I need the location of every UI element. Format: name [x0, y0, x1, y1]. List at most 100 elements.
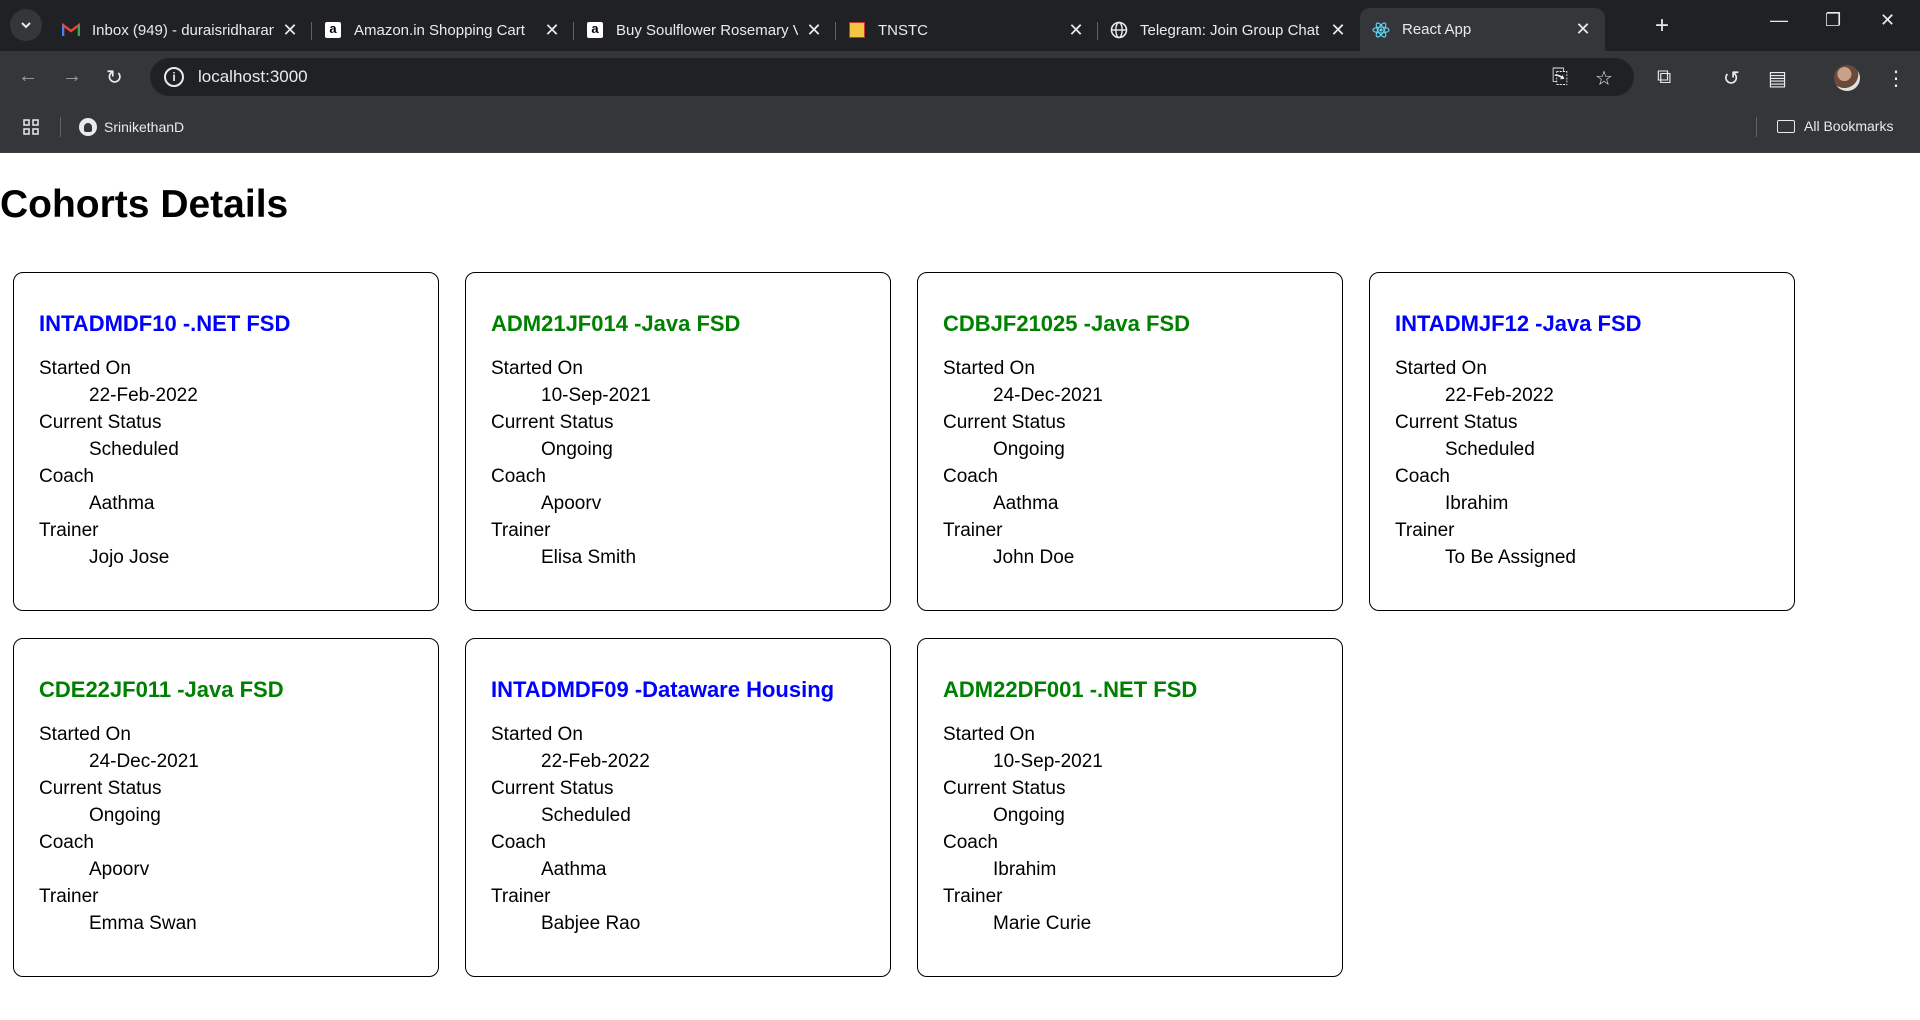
- gmail-icon: [62, 21, 80, 39]
- tabs: Inbox (949) - duraisridharan ✕ a Amazon.…: [50, 8, 1605, 51]
- started-on-label: Started On: [943, 358, 1035, 379]
- coach-value: Apoorv: [541, 493, 602, 514]
- folder-icon: [1777, 119, 1795, 133]
- trainer-label: Trainer: [491, 520, 551, 541]
- browser-toolbar: ← → ↻ i localhost:3000 ⎘ ☆ ⧉ ↺ ▤ ⋮: [0, 51, 1920, 103]
- trainer-value: Emma Swan: [89, 913, 197, 934]
- status-label: Current Status: [943, 778, 1066, 799]
- coach-label: Coach: [39, 466, 94, 487]
- close-icon[interactable]: ✕: [1066, 20, 1086, 41]
- coach-label: Coach: [491, 832, 546, 853]
- close-icon[interactable]: ✕: [280, 20, 300, 41]
- reading-mode-icon[interactable]: ▤: [1768, 66, 1787, 91]
- install-app-icon[interactable]: ⎘: [1552, 66, 1568, 89]
- status-label: Current Status: [1395, 412, 1518, 433]
- tab-react-app[interactable]: React App ✕: [1360, 8, 1605, 51]
- tab-title: Buy Soulflower Rosemary V: [616, 21, 798, 39]
- page-title: Cohorts Details: [0, 183, 289, 226]
- cohort-details: Started On 24-Dec-2021 Current Status On…: [943, 355, 1317, 571]
- started-on-label: Started On: [491, 724, 583, 745]
- cohort-card: INTADMDF10 -.NET FSD Started On 22-Feb-2…: [13, 272, 439, 611]
- tab-title: Amazon.in Shopping Cart: [354, 21, 525, 39]
- started-on-value: 22-Feb-2022: [1445, 385, 1554, 406]
- status-value: Ongoing: [993, 439, 1065, 460]
- tab-soulflower[interactable]: a Buy Soulflower Rosemary V ✕: [574, 12, 836, 48]
- restore-button[interactable]: ❐: [1825, 10, 1841, 31]
- cohort-details: Started On 10-Sep-2021 Current Status On…: [491, 355, 865, 571]
- trainer-label: Trainer: [39, 886, 99, 907]
- apps-grid-icon[interactable]: [22, 118, 40, 136]
- cohort-details: Started On 22-Feb-2022 Current Status Sc…: [1395, 355, 1769, 571]
- started-on-value: 10-Sep-2021: [541, 385, 651, 406]
- bookmark-srinikethand[interactable]: SrinikethanD: [79, 118, 184, 136]
- tab-title: Telegram: Join Group Chat: [1140, 21, 1320, 39]
- tab-tnstc[interactable]: TNSTC ✕: [836, 12, 1098, 48]
- cohort-details: Started On 10-Sep-2021 Current Status On…: [943, 721, 1317, 937]
- cohort-card: INTADMDF09 -Dataware Housing Started On …: [465, 638, 891, 977]
- cohort-details: Started On 22-Feb-2022 Current Status Sc…: [491, 721, 865, 937]
- cohort-card: CDE22JF011 -Java FSD Started On 24-Dec-2…: [13, 638, 439, 977]
- tab-amazon-cart[interactable]: a Amazon.in Shopping Cart ✕: [312, 12, 574, 48]
- close-icon[interactable]: ✕: [542, 20, 562, 41]
- status-value: Ongoing: [541, 439, 613, 460]
- forward-button[interactable]: →: [62, 65, 82, 88]
- coach-value: Aathma: [541, 859, 607, 880]
- new-tab-button[interactable]: +: [1655, 12, 1669, 40]
- status-value: Ongoing: [993, 805, 1065, 826]
- amazon-icon: a: [586, 21, 604, 39]
- close-icon[interactable]: ✕: [1573, 19, 1593, 40]
- arrow-right-icon: →: [62, 65, 82, 87]
- all-bookmarks-label: All Bookmarks: [1804, 118, 1894, 134]
- restore-icon: ❐: [1825, 10, 1842, 30]
- tab-title: React App: [1402, 21, 1472, 38]
- started-on-label: Started On: [943, 724, 1035, 745]
- cohort-card: ADM21JF014 -Java FSD Started On 10-Sep-2…: [465, 272, 891, 611]
- amazon-icon: a: [324, 21, 342, 39]
- status-value: Ongoing: [89, 805, 161, 826]
- avatar[interactable]: [1834, 65, 1860, 91]
- plus-icon: +: [1655, 12, 1670, 39]
- arrow-left-icon: ←: [18, 65, 38, 87]
- started-on-value: 24-Dec-2021: [89, 751, 199, 772]
- tab-telegram[interactable]: Telegram: Join Group Chat ✕: [1098, 12, 1360, 48]
- started-on-value: 22-Feb-2022: [541, 751, 650, 772]
- reload-icon: ↻: [106, 67, 123, 89]
- cohort-details: Started On 24-Dec-2021 Current Status On…: [39, 721, 413, 937]
- react-icon: [1372, 21, 1390, 39]
- tab-search-button[interactable]: [10, 9, 42, 41]
- minimize-button[interactable]: —: [1770, 10, 1788, 31]
- extensions-icon[interactable]: ⧉: [1657, 66, 1671, 89]
- close-icon: ✕: [1880, 10, 1896, 30]
- trainer-label: Trainer: [943, 520, 1003, 541]
- trainer-label: Trainer: [39, 520, 99, 541]
- status-value: Scheduled: [541, 805, 631, 826]
- address-bar[interactable]: i localhost:3000 ⎘ ☆: [150, 58, 1634, 96]
- site-info-icon[interactable]: i: [164, 67, 184, 87]
- all-bookmarks-button[interactable]: All Bookmarks: [1777, 118, 1893, 134]
- trainer-label: Trainer: [1395, 520, 1455, 541]
- close-icon[interactable]: ✕: [804, 20, 824, 41]
- status-label: Current Status: [491, 412, 614, 433]
- close-window-button[interactable]: ✕: [1880, 10, 1895, 31]
- status-label: Current Status: [943, 412, 1066, 433]
- back-button[interactable]: ←: [18, 65, 38, 88]
- globe-icon: [1110, 21, 1128, 39]
- menu-dots-icon[interactable]: ⋮: [1886, 66, 1906, 91]
- coach-value: Apoorv: [89, 859, 150, 880]
- url-text: localhost:3000: [198, 67, 308, 86]
- reload-button[interactable]: ↻: [106, 65, 123, 90]
- cohort-card: CDBJF21025 -Java FSD Started On 24-Dec-2…: [917, 272, 1343, 611]
- started-on-label: Started On: [491, 358, 583, 379]
- coach-label: Coach: [39, 832, 94, 853]
- status-value: Scheduled: [1445, 439, 1535, 460]
- github-icon: [79, 118, 97, 136]
- bookmark-star-icon[interactable]: ☆: [1595, 66, 1613, 91]
- history-icon[interactable]: ↺: [1723, 66, 1740, 91]
- started-on-label: Started On: [39, 724, 131, 745]
- tab-gmail[interactable]: Inbox (949) - duraisridharan ✕: [50, 12, 312, 48]
- cohort-card: ADM22DF001 -.NET FSD Started On 10-Sep-2…: [917, 638, 1343, 977]
- coach-value: Aathma: [89, 493, 155, 514]
- close-icon[interactable]: ✕: [1328, 20, 1348, 41]
- coach-value: Ibrahim: [993, 859, 1057, 880]
- tab-title: Inbox (949) - duraisridharan: [92, 21, 274, 39]
